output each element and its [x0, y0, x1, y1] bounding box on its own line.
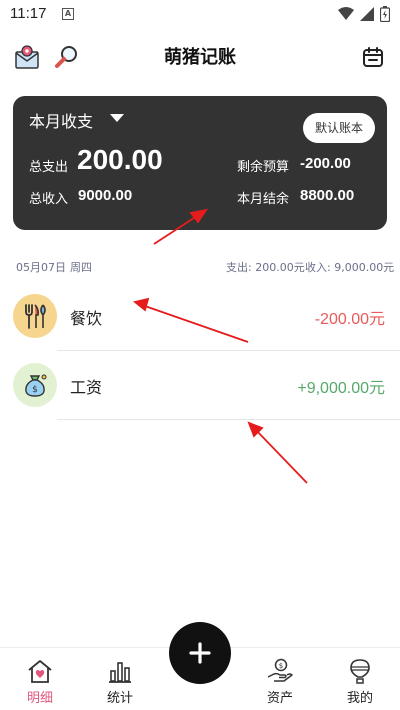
wifi-icon	[338, 7, 354, 20]
day-expense: 支出: 200.00元	[226, 261, 305, 274]
house-heart-icon	[28, 660, 52, 683]
hot-air-balloon-icon	[350, 659, 370, 684]
battery-icon	[380, 6, 390, 22]
day-date: 05月07日	[16, 261, 66, 274]
status-icons	[338, 6, 390, 22]
svg-text:$: $	[279, 662, 283, 670]
nav-label: 统计	[106, 691, 133, 706]
nav-label: 明细	[26, 691, 53, 706]
divider	[57, 419, 400, 420]
add-record-button[interactable]	[169, 622, 231, 684]
status-time: 11:17	[10, 5, 47, 22]
day-income: 收入: 9,000.00元	[305, 261, 395, 274]
annotation-arrow	[253, 427, 308, 484]
day-header: 05月07日 周四 支出: 200.00元 收入: 9,000.00元	[0, 257, 400, 275]
income-value: 9000.00	[78, 187, 133, 204]
calendar-icon[interactable]	[358, 42, 388, 72]
nav-item-details[interactable]: 明细	[15, 654, 65, 708]
expense-label: 总支出	[29, 160, 69, 175]
transaction-category: 餐饮	[70, 309, 103, 328]
notification-icon: A	[62, 8, 74, 20]
signal-icon	[360, 7, 374, 21]
plus-icon	[189, 642, 211, 664]
annotation-arrowhead	[247, 421, 264, 438]
budget-value: -200.00	[300, 155, 351, 172]
nav-item-assets[interactable]: $ 资产	[255, 654, 305, 708]
transaction-category: 工资	[70, 378, 103, 397]
svg-text:$: $	[32, 385, 38, 395]
balance-value: 8800.00	[300, 187, 355, 204]
money-bag-icon: $	[13, 363, 57, 407]
divider	[57, 350, 400, 351]
status-bar: 11:17 A	[0, 0, 400, 30]
transaction-amount: -200.00元	[314, 311, 385, 328]
income-label: 总收入	[29, 192, 69, 207]
nav-label: 资产	[266, 691, 293, 706]
balance-label: 本月结余	[237, 192, 290, 207]
transaction-row[interactable]: $ 工资 +9,000.00元	[0, 352, 400, 420]
book-select-button[interactable]: 默认账本	[303, 113, 375, 143]
day-weekday: 周四	[70, 261, 92, 274]
hand-coin-icon: $	[267, 658, 293, 682]
transaction-amount: +9,000.00元	[297, 380, 385, 397]
fork-knife-icon	[13, 294, 57, 338]
nav-label: 我的	[346, 691, 373, 706]
page-title: 萌猪记账	[164, 47, 236, 68]
expense-value: 200.00	[77, 144, 163, 175]
summary-card: 本月收支 默认账本 总支出 200.00 总收入 9000.00 剩余预算 -2…	[13, 96, 387, 230]
dropdown-caret-icon[interactable]	[110, 114, 124, 122]
budget-label: 剩余预算	[237, 160, 290, 175]
period-selector[interactable]: 本月收支	[29, 108, 93, 132]
nav-item-profile[interactable]: 我的	[335, 654, 385, 708]
nav-item-statistics[interactable]: 统计	[95, 654, 145, 708]
transaction-row[interactable]: 餐饮 -200.00元	[0, 283, 400, 351]
bar-chart-icon	[109, 662, 131, 683]
app-header: 萌猪记账	[0, 30, 400, 84]
